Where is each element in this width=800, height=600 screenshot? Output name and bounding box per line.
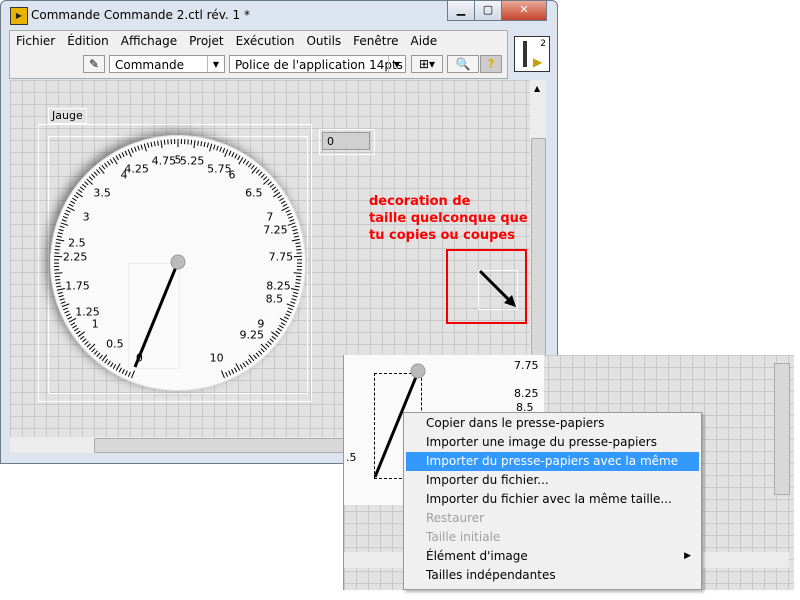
digital-display-frame: 0: [319, 129, 375, 155]
chevron-down-icon: ▼: [207, 56, 224, 72]
menu-item-copy[interactable]: Copier dans le presse-papiers: [406, 414, 699, 433]
labview-icon: ▶: [10, 7, 28, 25]
customize-mode-button[interactable]: ✎: [83, 55, 105, 73]
help-icon: ?: [487, 57, 495, 71]
scale-label: .5: [346, 451, 357, 464]
menu-item-label: Élément d'image: [426, 549, 528, 563]
zoom-button[interactable]: 🔍: [447, 55, 479, 73]
pen-icon: ✎: [88, 57, 100, 71]
annotation-text: decoration de taille quelconque que tu c…: [369, 193, 528, 244]
menu-item-import-clipboard-same-size[interactable]: Importer du presse-papiers avec la même …: [406, 452, 699, 487]
window-title: Commande Commande 2.ctl rév. 1 *: [31, 8, 250, 22]
menu-item-restore: Restaurer: [426, 511, 485, 525]
menu-outils[interactable]: Outils: [300, 31, 347, 48]
control-type-value: Commande: [115, 58, 185, 72]
menu-item-initial-size: Taille initiale: [426, 530, 501, 544]
decoration-arrow-icon[interactable]: [448, 251, 528, 326]
digital-display[interactable]: 0: [322, 132, 370, 150]
align-objects-button[interactable]: ⊞▾: [411, 55, 443, 73]
gauge[interactable]: 00.511.251.752.252.533.544.254.7555.255.…: [50, 135, 306, 391]
font-value: Police de l'application 14pts: [235, 58, 403, 72]
align-icon: ⊞▾: [418, 57, 436, 71]
overlay-vertical-scrollbar[interactable]: [774, 363, 790, 495]
menu-affichage[interactable]: Affichage: [115, 31, 183, 48]
gauge-needle[interactable]: [50, 135, 306, 391]
scroll-up-icon[interactable]: ▲: [534, 84, 540, 93]
menu-edition[interactable]: Édition: [61, 31, 115, 48]
menu-item-import-file[interactable]: Importer du fichier...: [406, 471, 699, 490]
context-menu: Copier dans le presse-papiers Importer u…: [403, 412, 702, 590]
connector-pane-icon[interactable]: 2 ▶: [514, 36, 550, 72]
magnifier-icon: 🔍: [455, 57, 471, 71]
menu-execution[interactable]: Exécution: [230, 31, 301, 48]
menu-item-image-element[interactable]: Élément d'image ▶: [406, 547, 699, 566]
play-icon: ▶: [533, 55, 543, 69]
control-type-select[interactable]: Commande ▼: [109, 55, 225, 73]
highlight-box: [446, 249, 527, 324]
scale-label: 8.25: [514, 387, 539, 400]
annotation-line: decoration de: [369, 194, 471, 209]
close-button[interactable]: ✕: [501, 1, 547, 21]
annotation-line: taille quelconque que: [369, 211, 528, 226]
menu-item-independent-sizes[interactable]: Tailles indépendantes: [406, 566, 699, 585]
chevron-down-icon: ▼: [388, 56, 405, 72]
connector-number: 2: [540, 39, 546, 49]
menu-item-import-file-same-size[interactable]: Importer du fichier avec la même taille.…: [406, 490, 699, 509]
menubar: Fichier Édition Affichage Projet Exécution Ou…: [9, 30, 508, 54]
submenu-arrow-icon: ▶: [684, 551, 691, 561]
maximize-button[interactable]: ▢: [474, 1, 502, 21]
help-button[interactable]: ?: [480, 55, 502, 73]
gauge-label: Jauge: [48, 108, 87, 124]
scale-label: 7.75: [514, 359, 539, 372]
minimize-button[interactable]: ▁: [447, 1, 475, 21]
toolbar: ✎ Commande ▼ Police de l'application 14pt…: [9, 52, 508, 79]
menu-item-import-clipboard[interactable]: Importer une image du presse-papiers: [406, 433, 699, 452]
menu-fenetre[interactable]: Fenêtre: [347, 31, 404, 48]
menu-fichier[interactable]: Fichier: [10, 31, 61, 48]
annotation-line: tu copies ou coupes: [369, 228, 515, 243]
menu-projet[interactable]: Projet: [183, 31, 229, 48]
font-select[interactable]: Police de l'application 14pts ▼: [229, 55, 406, 73]
slider-icon: [523, 41, 527, 67]
menu-aide[interactable]: Aide: [405, 31, 444, 48]
